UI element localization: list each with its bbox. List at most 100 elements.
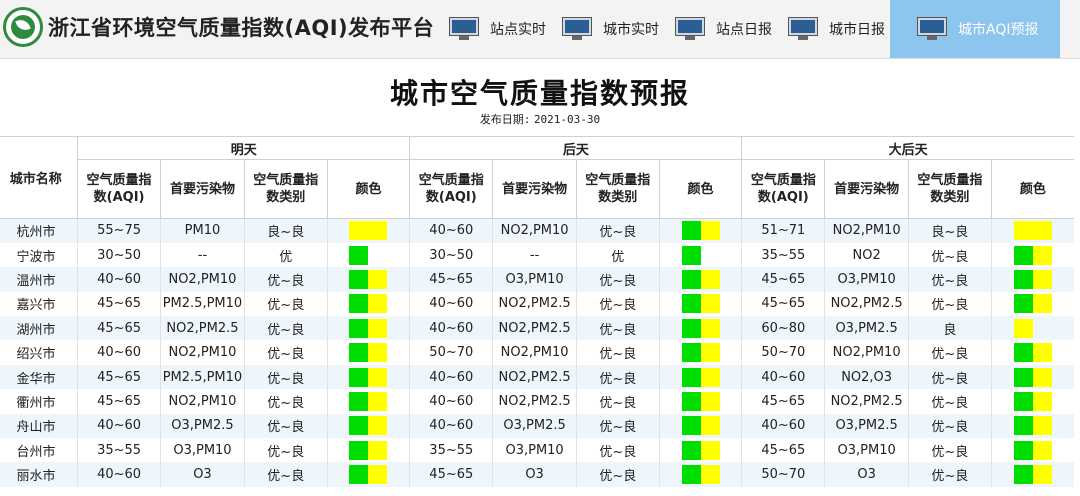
color-swatch-cell (658, 242, 742, 268)
primary-pollutant: O3,PM2.5 (824, 316, 909, 341)
aqi-color-swatch (349, 269, 388, 289)
table-row: 湖州市 45~65 NO2,PM2.5 优~良 40~60 NO2,PM2.5 优~良 60~… (0, 316, 1074, 341)
city-name: 湖州市 (0, 316, 78, 341)
aqi-color-swatch (349, 318, 388, 338)
aqi-range: 40~60 (409, 218, 493, 243)
aqi-range: 30~50 (409, 242, 493, 268)
aqi-color-swatch (681, 318, 720, 338)
color-block (681, 367, 701, 387)
primary-pollutant: NO2,PM10 (160, 389, 245, 414)
primary-pollutant: O3,PM10 (492, 438, 577, 463)
aqi-range: 40~60 (77, 340, 161, 365)
color-block (1032, 416, 1052, 436)
nav-station-realtime[interactable]: 站点实时 (450, 0, 560, 58)
primary-pollutant: NO2,PM10 (824, 218, 909, 243)
color-swatch-cell (990, 218, 1074, 243)
aqi-color-swatch (349, 440, 388, 460)
color-swatch-cell (658, 316, 742, 341)
monitor-icon (563, 18, 591, 40)
color-swatch-cell (990, 413, 1074, 439)
primary-pollutant: NO2,PM2.5 (492, 291, 577, 317)
aqi-color-swatch (349, 367, 388, 387)
city-name: 台州市 (0, 438, 78, 463)
aqi-range: 40~60 (409, 413, 493, 439)
nav-station-daily[interactable]: 站点日报 (676, 0, 786, 58)
color-block (1013, 245, 1033, 265)
monitor-icon (918, 18, 946, 40)
aqi-category: 良~良 (243, 218, 328, 243)
primary-pollutant: O3,PM2.5 (492, 413, 577, 439)
primary-pollutant: NO2,PM2.5 (492, 389, 577, 414)
color-swatch-cell (658, 218, 742, 243)
color-swatch-cell (658, 267, 742, 292)
aqi-range: 51~71 (741, 218, 825, 243)
primary-pollutant: O3,PM2.5 (824, 413, 909, 439)
aqi-color-swatch (1013, 343, 1052, 363)
aqi-color-swatch (349, 245, 369, 265)
color-header: 颜色 (326, 159, 410, 219)
color-swatch-cell (658, 291, 742, 317)
primary-pollutant: PM2.5,PM10 (160, 291, 245, 317)
table-row: 绍兴市 40~60 NO2,PM10 优~良 50~70 NO2,PM10 优~良 50~70… (0, 340, 1074, 365)
color-block (349, 343, 369, 363)
aqi-category: 优~良 (243, 340, 328, 365)
color-header: 颜色 (990, 159, 1074, 219)
color-block (368, 343, 388, 363)
color-block (700, 416, 720, 436)
aqi-color-swatch (349, 294, 388, 314)
color-block (1032, 391, 1052, 411)
aqi-color-swatch (681, 465, 720, 485)
table-row: 嘉兴市 45~65 PM2.5,PM10 优~良 40~60 NO2,PM2.5 优~良 45… (0, 291, 1074, 317)
monitor-icon (789, 18, 817, 40)
aqi-category: 优~良 (575, 462, 660, 487)
city-name: 杭州市 (0, 218, 78, 243)
primary-pollutant: O3,PM10 (824, 438, 909, 463)
aqi-range: 35~55 (741, 242, 825, 268)
aqi-category: 优~良 (907, 413, 992, 439)
publish-date: 2021-03-30 (533, 113, 601, 126)
city-name: 绍兴市 (0, 340, 78, 365)
aqi-range: 45~65 (77, 316, 161, 341)
primary-pollutant: -- (492, 242, 577, 268)
color-block (1013, 269, 1033, 289)
aqi-color-swatch (681, 245, 701, 265)
aqi-header: 空气质量指数(AQI) (741, 159, 825, 219)
city-name: 丽水市 (0, 462, 78, 487)
aqi-color-swatch (681, 343, 720, 363)
color-block (700, 221, 720, 241)
primary-pollutant-header: 首要污染物 (160, 159, 245, 219)
color-swatch-cell (658, 389, 742, 414)
aqi-range: 45~65 (741, 438, 825, 463)
aqi-category: 优~良 (575, 218, 660, 243)
color-block (349, 416, 369, 436)
aqi-category: 优~良 (243, 364, 328, 390)
aqi-range: 40~60 (741, 413, 825, 439)
nav-city-aqi-forecast[interactable]: 城市AQI预报 (890, 0, 1060, 58)
color-swatch-cell (990, 438, 1074, 463)
color-block (368, 391, 388, 411)
color-block (681, 294, 701, 314)
aqi-category: 优~良 (243, 462, 328, 487)
aqi-color-swatch (349, 221, 388, 241)
city-name: 嘉兴市 (0, 291, 78, 317)
nav-city-daily[interactable]: 城市日报 (789, 0, 889, 58)
day-header-tomorrow: 明天 (77, 136, 410, 160)
color-swatch-cell (990, 291, 1074, 317)
primary-pollutant: PM2.5,PM10 (160, 364, 245, 390)
aqi-category: 优~良 (575, 267, 660, 292)
aqi-range: 40~60 (409, 291, 493, 317)
aqi-category: 优 (243, 242, 328, 268)
aqi-category: 优~良 (907, 340, 992, 365)
primary-pollutant: NO2,O3 (824, 364, 909, 390)
primary-pollutant: NO2,PM2.5 (824, 389, 909, 414)
aqi-category-header: 空气质量指数类别 (907, 159, 992, 219)
color-block (700, 440, 720, 460)
aqi-category: 优~良 (575, 291, 660, 317)
nav-city-realtime[interactable]: 城市实时 (563, 0, 673, 58)
nav-label: 城市AQI预报 (958, 22, 1039, 38)
color-block (1013, 465, 1033, 485)
color-swatch-cell (990, 340, 1074, 365)
color-block (349, 221, 388, 241)
aqi-color-swatch (1013, 416, 1052, 436)
color-block (368, 318, 388, 338)
